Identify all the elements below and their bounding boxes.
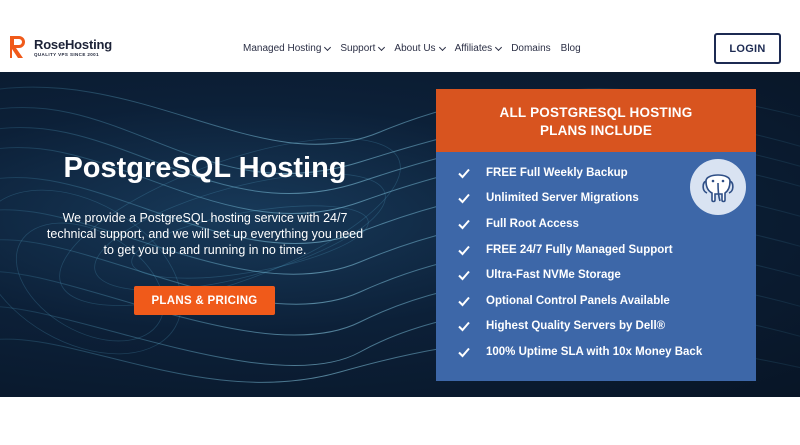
list-item: FREE 24/7 Fully Managed Support [458,237,702,263]
rosehosting-logo[interactable]: RoseHosting QUALITY VPS SINCE 2001 [8,34,138,62]
nav-label: About Us [394,43,436,54]
logo-tagline: QUALITY VPS SINCE 2001 [34,52,99,57]
feature-label: Full Root Access [486,217,579,230]
chevron-down-icon [324,43,332,51]
feature-label: FREE 24/7 Fully Managed Support [486,243,673,256]
chevron-down-icon [378,43,386,51]
hero-section: PostgreSQL Hosting We provide a PostgreS… [0,72,800,397]
check-icon [458,271,470,281]
features-panel: ALL POSTGRESQL HOSTING PLANS INCLUDE FRE… [436,89,756,381]
page-title: PostgreSQL Hosting [63,152,347,184]
feature-label: Optional Control Panels Available [486,294,670,307]
feature-label: 100% Uptime SLA with 10x Money Back [486,345,703,358]
main-nav: Managed Hosting Support About Us Affilia… [243,43,581,54]
nav-label: Affiliates [454,43,493,54]
feature-label: FREE Full Weekly Backup [486,166,628,179]
check-icon [458,347,470,358]
hero-description: We provide a PostgreSQL hosting service … [46,211,364,257]
panel-title-line1: ALL POSTGRESQL HOSTING [499,105,693,120]
list-item: 100% Uptime SLA with 10x Money Back [458,339,702,365]
nav-domains[interactable]: Domains [511,43,550,54]
chevron-down-icon [495,43,503,51]
check-icon [458,168,470,179]
nav-blog[interactable]: Blog [561,43,581,54]
list-item: Ultra-Fast NVMe Storage [458,262,702,288]
nav-managed-hosting[interactable]: Managed Hosting [243,43,332,54]
features-list: FREE Full Weekly Backup Unlimited Server… [458,160,702,365]
rose-logo-icon [10,36,25,58]
features-panel-header: ALL POSTGRESQL HOSTING PLANS INCLUDE [436,89,756,152]
check-icon [458,322,470,332]
nav-label: Domains [511,43,551,54]
login-button[interactable]: LOGIN [714,33,781,64]
panel-title-line2: PLANS INCLUDE [539,123,653,138]
list-item: Optional Control Panels Available [458,288,702,314]
check-icon [458,219,470,230]
list-item: FREE Full Weekly Backup [458,160,702,186]
site-header: RoseHosting QUALITY VPS SINCE 2001 Manag… [0,0,800,72]
plans-pricing-button[interactable]: PLANS & PRICING [134,286,275,315]
chevron-down-icon [438,43,446,51]
feature-label: Highest Quality Servers by Dell® [486,320,666,333]
nav-label: Blog [560,43,581,54]
nav-label: Support [340,43,376,54]
check-icon [458,194,470,204]
nav-affiliates[interactable]: Affiliates [454,43,503,54]
list-item: Highest Quality Servers by Dell® [458,314,702,340]
check-icon [458,245,470,256]
feature-label: Unlimited Server Migrations [486,192,639,205]
features-panel-body: FREE Full Weekly Backup Unlimited Server… [436,152,756,381]
list-item: Full Root Access [458,211,702,237]
feature-label: Ultra-Fast NVMe Storage [486,269,621,282]
nav-about-us[interactable]: About Us [394,43,446,54]
logo-text: RoseHosting [34,37,112,52]
check-icon [458,296,470,307]
nav-label: Managed Hosting [243,43,322,54]
nav-support[interactable]: Support [340,43,386,54]
list-item: Unlimited Server Migrations [458,186,702,212]
